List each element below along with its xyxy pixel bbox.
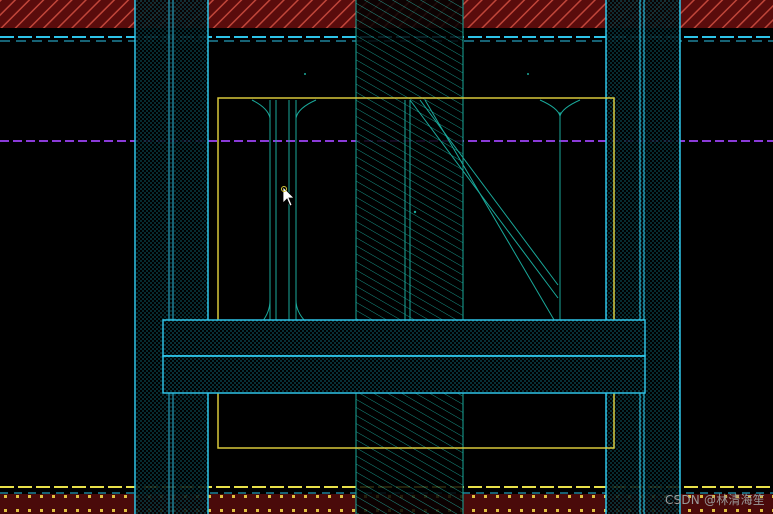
right-diffusion-column[interactable] <box>606 0 680 514</box>
watermark-text: CSDN @林清海笙 <box>664 493 765 507</box>
layout-editor-canvas[interactable] <box>0 0 773 514</box>
left-diffusion-column[interactable] <box>135 0 208 514</box>
marker-dot-1 <box>304 73 306 75</box>
horizontal-bar-lower[interactable] <box>162 355 646 394</box>
horizontal-bar-upper[interactable] <box>162 319 646 357</box>
marker-dot-2 <box>527 73 529 75</box>
marker-dot-3 <box>413 210 417 214</box>
left-poly-shape[interactable] <box>251 99 317 323</box>
